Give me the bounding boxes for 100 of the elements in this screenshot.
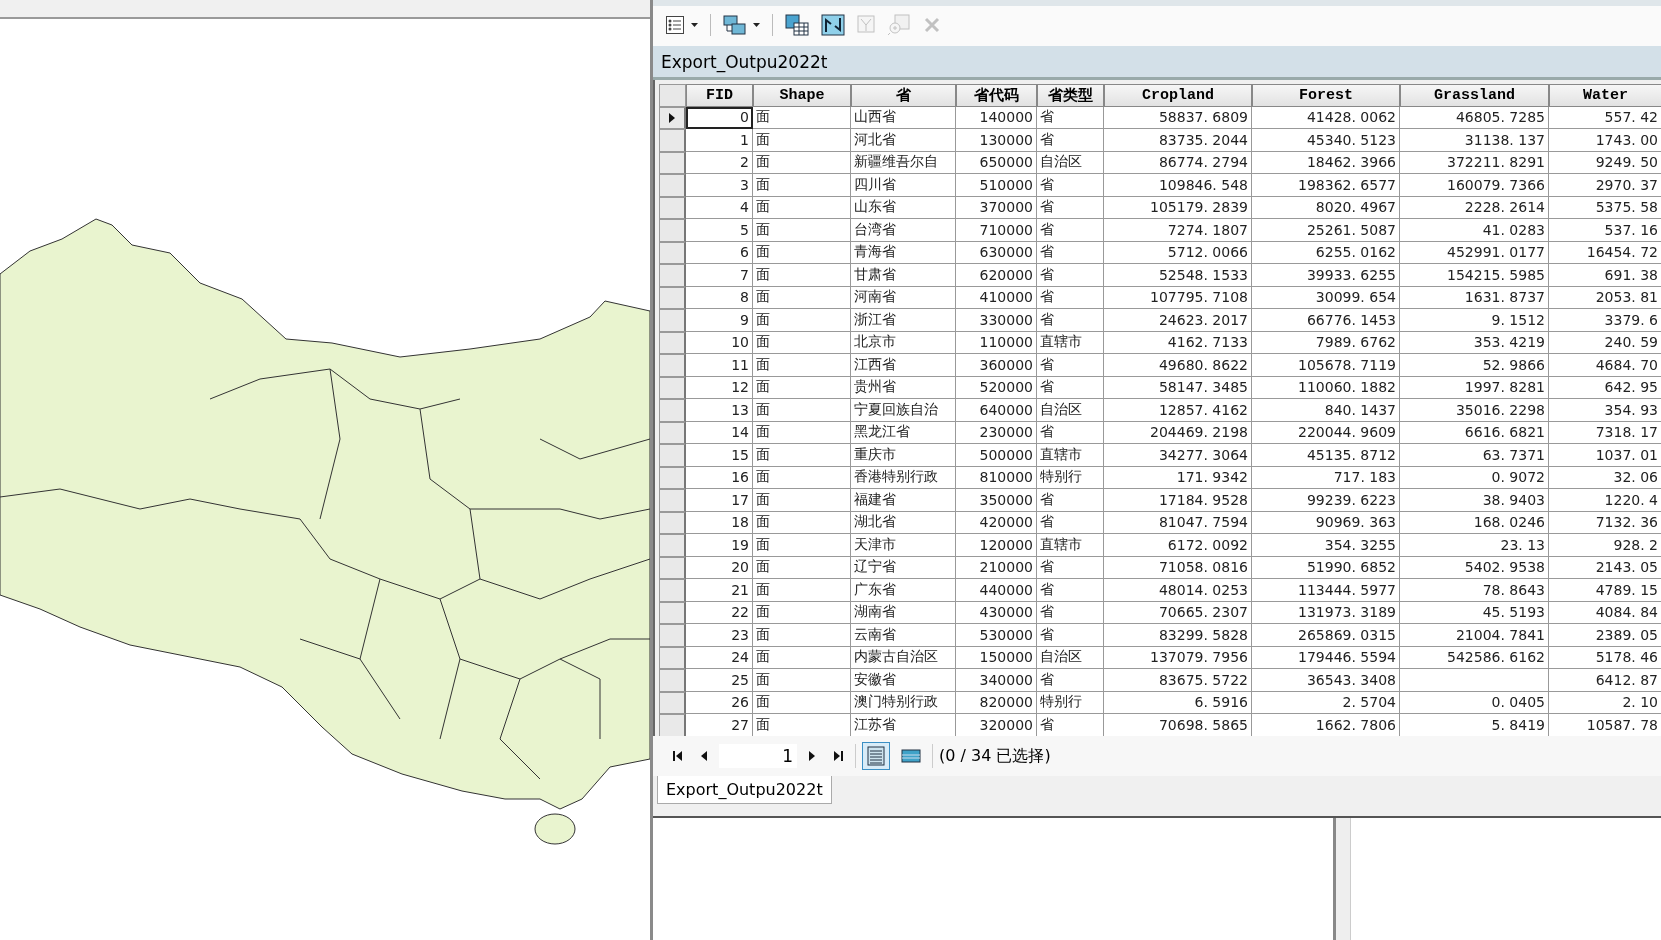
table-cell: 0. 0405 [1400,691,1549,714]
table-cell: 240. 59 [1549,331,1661,354]
next-icon [809,751,815,761]
table-cell: 省 [1037,241,1104,264]
table-cell: 71058. 0816 [1104,556,1252,579]
table-cell: 49680. 8622 [1104,354,1252,377]
table-cell: 120000 [956,534,1037,557]
table-cell: 105179. 2839 [1104,196,1252,219]
table-cell: 四川省 [851,174,956,197]
table-cell: 265869. 0315 [1252,624,1400,647]
table-cell: 350000 [956,489,1037,512]
table-cell: 黑龙江省 [851,421,956,444]
table-cell: 省 [1037,669,1104,692]
all-records-button[interactable] [862,742,890,770]
table-cell: 520000 [956,376,1037,399]
table-cell: 5178. 46 [1549,646,1661,669]
table-cell: 19 [686,534,753,557]
table-cell: 面 [753,534,851,557]
table-cell: 22 [686,601,753,624]
table-cell: 重庆市 [851,444,956,467]
column-header[interactable]: 省 [851,84,956,107]
table-cell: 省 [1037,421,1104,444]
table-cell: 10 [686,331,753,354]
table-cell: 面 [753,331,851,354]
table-cell: 河南省 [851,286,956,309]
table-cell: 省 [1037,489,1104,512]
table-cell: 2. 5704 [1252,691,1400,714]
table-cell: 107795. 7108 [1104,286,1252,309]
table-cell: 省 [1037,286,1104,309]
table-cell: 1631. 8737 [1400,286,1549,309]
table-cell: 省 [1037,579,1104,602]
table-cell: 内蒙古自治区 [851,646,956,669]
column-header[interactable]: Cropland [1104,84,1252,107]
table-cell: 530000 [956,624,1037,647]
table-cell: 500000 [956,444,1037,467]
table-cell: 省 [1037,129,1104,152]
table-cell: 48014. 0253 [1104,579,1252,602]
table-cell: 78. 8643 [1400,579,1549,602]
table-cell: 面 [753,106,851,129]
pane-splitter[interactable] [1333,818,1351,940]
table-cell: 0 [686,106,753,129]
table-cell: 11 [686,354,753,377]
table-cell: 3379. 6 [1549,309,1661,332]
table-cell: 354. 93 [1549,399,1661,422]
table-cell: 45340. 5123 [1252,129,1400,152]
table-cell: 25 [686,669,753,692]
column-header[interactable]: Grassland [1400,84,1549,107]
table-cell: 25261. 5087 [1252,219,1400,242]
table-cell: 香港特别行政 [851,466,956,489]
table-icon [867,746,885,766]
last-icon [833,751,843,761]
table-cell: 83735. 2044 [1104,129,1252,152]
table-cell: 21004. 7841 [1400,624,1549,647]
table-tab[interactable]: Export_Outpu2022t [657,776,832,804]
table-cell: 浙江省 [851,309,956,332]
table-cell: 430000 [956,601,1037,624]
table-cell: 18 [686,511,753,534]
table-cell: 21 [686,579,753,602]
column-header[interactable]: Water [1549,84,1661,107]
table-cell: 天津市 [851,534,956,557]
table-cell: 面 [753,174,851,197]
table-cell: 台湾省 [851,219,956,242]
table-cell: 新疆维吾尔自 [851,151,956,174]
table-cell: 66776. 1453 [1252,309,1400,332]
table-cell: 6172. 0092 [1104,534,1252,557]
table-cell: 16454. 72 [1549,241,1661,264]
table-cell: 86774. 2794 [1104,151,1252,174]
table-cell: 4684. 70 [1549,354,1661,377]
table-cell: 109846. 548 [1104,174,1252,197]
column-header[interactable]: 省代码 [956,84,1037,107]
table-cell: 9. 1512 [1400,309,1549,332]
column-header[interactable]: 省类型 [1037,84,1104,107]
table-cell: 113444. 5977 [1252,579,1400,602]
table-cell: 17184. 9528 [1104,489,1252,512]
table-cell: 210000 [956,556,1037,579]
table-cell: 河北省 [851,129,956,152]
table-cell: 7318. 17 [1549,421,1661,444]
column-header[interactable]: Shape [753,84,851,107]
table-cell: 6255. 0162 [1252,241,1400,264]
table-cell: 330000 [956,309,1037,332]
table-cell: 自治区 [1037,399,1104,422]
table-cell: 168. 0246 [1400,511,1549,534]
column-header[interactable]: FID [686,84,753,107]
table-cell: 4162. 7133 [1104,331,1252,354]
table-cell: 辽宁省 [851,556,956,579]
table-cell: 110000 [956,331,1037,354]
table-cell: 38. 9403 [1400,489,1549,512]
table-cell: 650000 [956,151,1037,174]
page-field[interactable]: 1 [719,744,797,768]
table-cell: 16 [686,466,753,489]
table-cell: 15 [686,444,753,467]
row-selector[interactable] [659,106,686,129]
column-header[interactable]: Forest [1252,84,1400,107]
table-cell: 7132. 36 [1549,511,1661,534]
table-cell: 137079. 7956 [1104,646,1252,669]
table-cell: 8020. 4967 [1252,196,1400,219]
table-cell: 717. 183 [1252,466,1400,489]
table-icon [901,749,921,763]
table-cell: 1997. 8281 [1400,376,1549,399]
table-cell: 省 [1037,511,1104,534]
